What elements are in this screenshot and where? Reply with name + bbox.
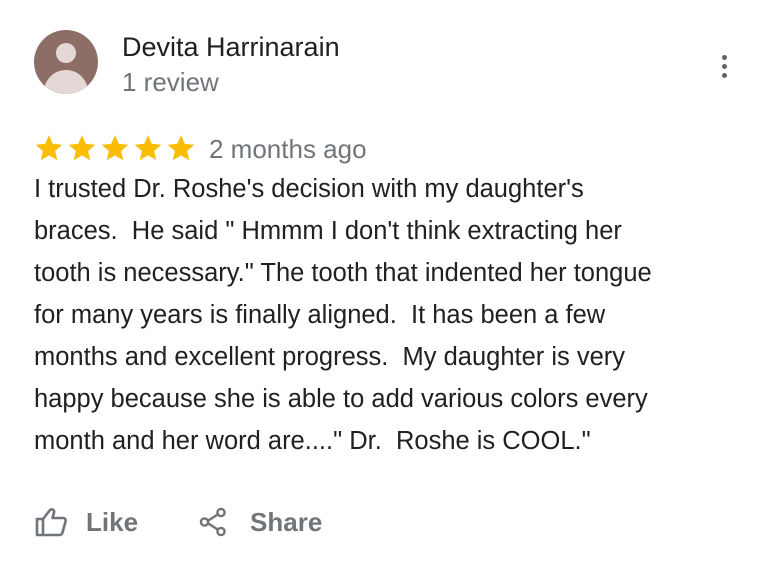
avatar-head-shape [56,43,76,63]
thumb-up-icon [35,508,67,537]
review-text-line: month and her word are...." Dr. Roshe is… [34,427,591,455]
review-text-line: braces. He said " Hmmm I don't think ext… [34,217,622,245]
review-actions: Like Share [34,500,322,544]
star-icon [68,135,96,161]
review-text-line: tooth is necessary." The tooth that inde… [34,259,652,287]
star-icon [101,135,129,161]
rating-row: 2 months ago [34,130,367,166]
review-text-line: months and excellent progress. My daught… [34,343,626,371]
share-label: Share [250,506,323,537]
like-label: Like [86,506,139,537]
star-icon [167,135,195,161]
review-text-line: I trusted Dr. Roshe's decision with my d… [34,175,584,203]
reviewer-avatar[interactable] [34,30,98,94]
star-icon [134,135,162,161]
review-date: 2 months ago [209,133,367,164]
share-button[interactable]: Share [198,507,322,538]
star-rating [34,133,199,163]
star-icon [35,135,63,161]
reviewer-review-count: 1 review [122,67,219,97]
more-options-button[interactable] [708,50,740,82]
avatar-shoulders-shape [44,70,88,94]
review-text-line: for many years is finally aligned. It ha… [34,301,606,329]
like-button[interactable]: Like [34,507,138,538]
share-icon [199,507,226,537]
reviewer-name[interactable]: Devita Harrinarain [122,30,340,64]
review-text-line: happy because she is able to add various… [34,385,648,413]
review-text: I trusted Dr. Roshe's decision with my d… [34,168,734,462]
more-vert-icon-dot [721,63,727,69]
more-vert-icon-dot [721,72,727,78]
review-card: Devita Harrinarain 1 review 2 months ago… [0,0,764,570]
more-vert-icon [721,54,727,60]
